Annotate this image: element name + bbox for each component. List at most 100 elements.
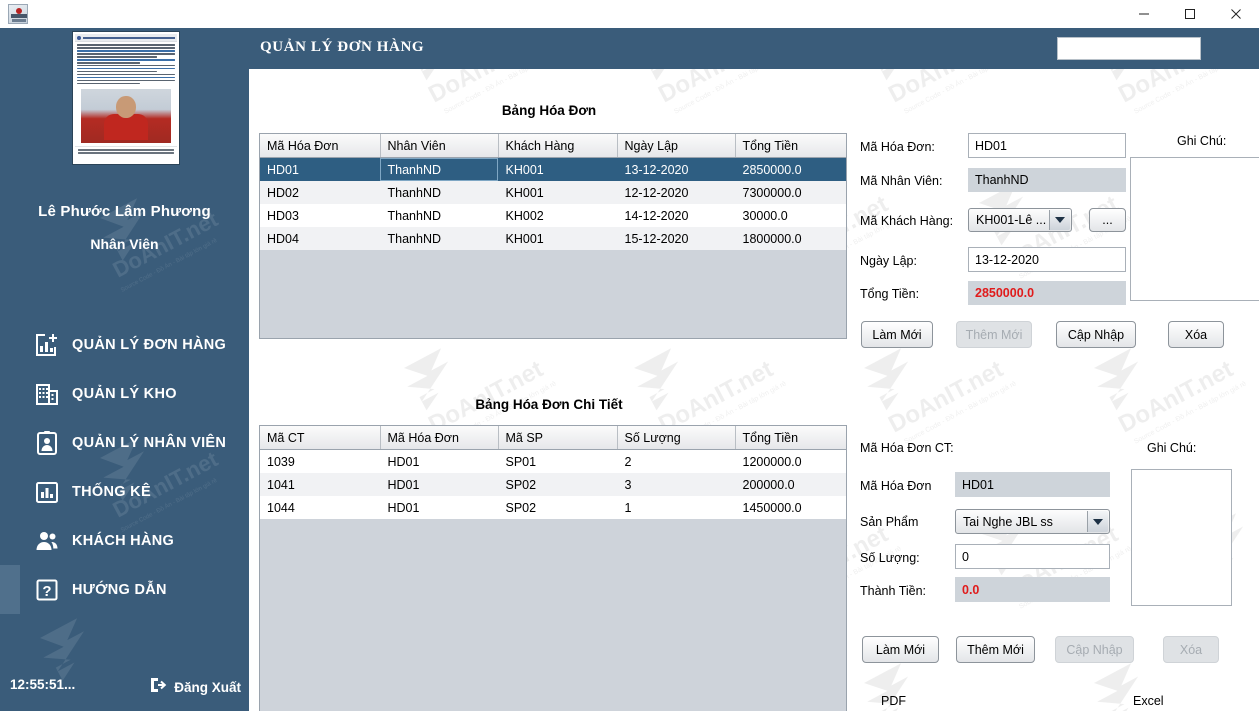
detail-grid: Mã CT Mã Hóa Đơn Mã SP Số Lượng Tổng Tiề… <box>260 426 846 519</box>
table-row[interactable]: HD04 ThanhND KH001 15-12-2020 1800000.0 <box>260 227 846 250</box>
column-header[interactable]: Mã Hóa Đơn <box>380 426 499 450</box>
avatar <box>72 31 180 165</box>
sidebar-menu: QUẢN LÝ ĐƠN HÀNG QUẢN LÝ KHO QUẢN LÝ NHÂ… <box>0 320 249 614</box>
detail-lam-moi-button[interactable]: Làm Mới <box>862 636 939 663</box>
detail-cap-nhap-button: Cập Nhập <box>1055 636 1134 663</box>
invoice-them-moi-button: Thêm Mới <box>956 321 1032 348</box>
label-ma-khach-hang: Mã Khách Hàng: <box>860 214 954 228</box>
cell: HD01 <box>260 157 380 181</box>
input-detail-ma-hoa-don: HD01 <box>955 472 1110 497</box>
cell: 15-12-2020 <box>617 227 735 250</box>
cell: 200000.0 <box>735 473 846 496</box>
sidebar-item-khach-hang[interactable]: KHÁCH HÀNG <box>0 516 249 565</box>
value-tong-tien: 2850000.0 <box>968 281 1126 305</box>
user-role: Nhân Viên <box>90 236 159 252</box>
sidebar-item-label: KHÁCH HÀNG <box>72 532 175 549</box>
sidebar: DoAnIT.net Source Code - Đồ Án - Bài tập… <box>0 28 249 711</box>
table-header-row: Mã Hóa Đơn Nhân Viên Khách Hàng Ngày Lập… <box>260 134 846 158</box>
close-button[interactable] <box>1213 0 1259 28</box>
logout-button[interactable]: Đăng Xuất <box>149 676 241 699</box>
cell: 1450000.0 <box>735 496 846 519</box>
table-row[interactable]: HD03 ThanhND KH002 14-12-2020 30000.0 <box>260 204 846 227</box>
textarea-ghi-chu[interactable] <box>1130 157 1259 301</box>
combo-value: Tai Nghe JBL ss <box>963 514 1053 529</box>
maximize-button[interactable] <box>1167 0 1213 28</box>
detail-them-moi-button[interactable]: Thêm Mới <box>956 636 1035 663</box>
sidebar-item-thong-ke[interactable]: THỐNG KÊ <box>0 467 249 516</box>
table-row[interactable]: 1039 HD01 SP01 2 1200000.0 <box>260 449 846 473</box>
label-thanh-tien: Thành Tiền: <box>860 584 927 598</box>
cell: HD04 <box>260 227 380 250</box>
cell: SP02 <box>498 473 617 496</box>
textarea-detail-ghi-chu[interactable] <box>1131 469 1232 606</box>
invoice-grid: Mã Hóa Đơn Nhân Viên Khách Hàng Ngày Lập… <box>260 134 846 250</box>
detail-table[interactable]: Mã CT Mã Hóa Đơn Mã SP Số Lượng Tổng Tiề… <box>259 425 847 711</box>
warehouse-icon <box>32 379 62 409</box>
search-input[interactable] <box>1058 38 1200 59</box>
sidebar-item-quan-ly-nhan-vien[interactable]: QUẢN LÝ NHÂN VIÊN <box>0 418 249 467</box>
label-ma-hoa-don: Mã Hóa Đơn: <box>860 140 935 154</box>
cell: ThanhND <box>380 157 498 181</box>
employee-badge-icon <box>32 428 62 458</box>
cell: 1044 <box>260 496 380 519</box>
column-header[interactable]: Số Lượng <box>617 426 736 450</box>
invoice-table-title: Bảng Hóa Đơn <box>501 103 597 118</box>
invoice-lam-moi-button[interactable]: Làm Mới <box>861 321 933 348</box>
input-ma-nhan-vien: ThanhND <box>968 168 1126 192</box>
cell: 7300000.0 <box>735 181 846 204</box>
cell: 30000.0 <box>735 204 846 227</box>
cell: KH002 <box>498 204 617 227</box>
label-ma-hoa-don-ct: Mã Hóa Đơn CT: <box>860 441 954 455</box>
content-area: DoAnIT.net Source Code - Đồ Án - Bài tập… <box>249 28 1259 711</box>
cell: HD03 <box>260 204 380 227</box>
column-header[interactable]: Khách Hàng <box>498 134 618 158</box>
cell: 1039 <box>260 449 380 473</box>
chevron-down-icon[interactable] <box>1049 209 1070 230</box>
cell: 3 <box>617 473 735 496</box>
invoice-xoa-button[interactable]: Xóa <box>1168 321 1224 348</box>
column-header[interactable]: Mã SP <box>498 426 618 450</box>
export-pdf-label[interactable]: PDF <box>881 694 906 708</box>
empty-grid-area <box>260 519 846 711</box>
export-excel-label[interactable]: Excel <box>1133 694 1164 708</box>
logout-label: Đăng Xuất <box>174 680 241 695</box>
detail-table-title: Bảng Hóa Đơn Chi Tiết <box>475 397 623 412</box>
label-ghi-chu: Ghi Chú: <box>1177 134 1227 148</box>
input-so-luong[interactable]: 0 <box>955 544 1110 569</box>
cell: 1800000.0 <box>735 227 846 250</box>
cell: 12-12-2020 <box>617 181 735 204</box>
invoice-table[interactable]: Mã Hóa Đơn Nhân Viên Khách Hàng Ngày Lập… <box>259 133 847 339</box>
cell: SP01 <box>498 449 617 473</box>
minimize-button[interactable] <box>1121 0 1167 28</box>
label-san-pham: Sản Phẩm <box>860 515 919 529</box>
bar-chart-icon <box>32 477 62 507</box>
column-header[interactable]: Nhân Viên <box>380 134 499 158</box>
combo-ma-khach-hang[interactable]: KH001-Lê ... <box>968 207 1072 232</box>
table-row[interactable]: HD02 ThanhND KH001 12-12-2020 7300000.0 <box>260 181 846 204</box>
label-detail-ma-hoa-don: Mã Hóa Đơn <box>860 479 932 493</box>
search-box[interactable] <box>1057 37 1201 60</box>
column-header[interactable]: Mã Hóa Đơn <box>260 134 381 158</box>
cell: KH001 <box>498 181 617 204</box>
sidebar-item-quan-ly-don-hang[interactable]: QUẢN LÝ ĐƠN HÀNG <box>0 320 249 369</box>
label-ma-nhan-vien: Mã Nhân Viên: <box>860 174 943 188</box>
label-tong-tien: Tổng Tiền: <box>860 287 920 301</box>
browse-khach-hang-button[interactable]: ... <box>1089 207 1126 232</box>
column-header[interactable]: Ngày Lập <box>617 134 736 158</box>
input-ma-hoa-don[interactable]: HD01 <box>968 133 1126 158</box>
column-header[interactable]: Tổng Tiền <box>735 134 846 158</box>
value-thanh-tien: 0.0 <box>955 577 1110 602</box>
sidebar-item-quan-ly-kho[interactable]: QUẢN LÝ KHO <box>0 369 249 418</box>
combo-san-pham[interactable]: Tai Nghe JBL ss <box>955 509 1110 534</box>
input-ngay-lap[interactable]: 13-12-2020 <box>968 247 1126 272</box>
column-header[interactable]: Tổng Tiền <box>735 426 846 450</box>
logout-icon <box>149 676 167 699</box>
column-header[interactable]: Mã CT <box>260 426 381 450</box>
combo-value: KH001-Lê ... <box>976 212 1047 227</box>
sidebar-item-huong-dan[interactable]: ? HƯỚNG DẪN <box>0 565 249 614</box>
table-row[interactable]: HD01 ThanhND KH001 13-12-2020 2850000.0 <box>260 157 846 181</box>
table-row[interactable]: 1044 HD01 SP02 1 1450000.0 <box>260 496 846 519</box>
chevron-down-icon[interactable] <box>1087 511 1108 532</box>
invoice-cap-nhap-button[interactable]: Cập Nhập <box>1056 321 1136 348</box>
table-row[interactable]: 1041 HD01 SP02 3 200000.0 <box>260 473 846 496</box>
